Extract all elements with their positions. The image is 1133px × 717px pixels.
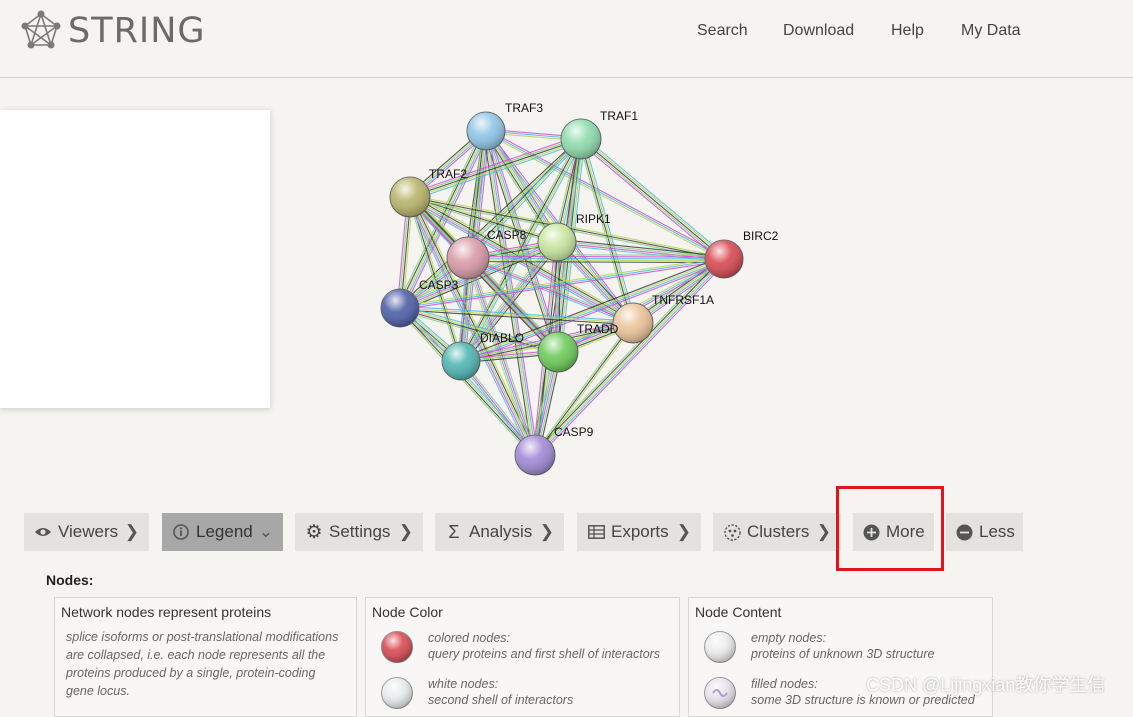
legend-white-node-row: white nodes: second shell of interactors (380, 676, 573, 710)
clusters-label: Clusters (747, 522, 810, 541)
network-nodes: TRAF3 TRAF1 TRAF2 RIPK1 CASP8 BIRC2 CASP3 TNFRS… (380, 101, 779, 476)
protein-network-graph[interactable]: TRAF3 TRAF1 TRAF2 RIPK1 CASP8 BIRC2 CASP3 TNFRS… (0, 0, 1133, 500)
nodes-section-title: Nodes: (46, 572, 94, 588)
less-button[interactable]: Less (946, 513, 1023, 551)
chevron-right-icon: ❯ (398, 522, 413, 541)
chevron-right-icon: ❯ (539, 522, 554, 541)
info-icon (172, 523, 190, 541)
node-label-ripk1: RIPK1 (576, 212, 611, 226)
edge-traf1-birc2[interactable] (581, 137, 726, 259)
legend-button[interactable]: Legend ⌄ (162, 513, 283, 551)
exports-label: Exports (611, 522, 669, 541)
colored-nodes-desc: query proteins and first shell of intera… (428, 647, 661, 661)
csdn-watermark: CSDN @Lijingxian教你学生信 (866, 675, 1106, 695)
edge-traf1-birc2[interactable] (582, 135, 727, 257)
colored-node-sample-icon (381, 631, 413, 663)
exports-button[interactable]: Exports ❯ (577, 513, 701, 551)
white-nodes-desc: second shell of interactors (428, 693, 574, 707)
sigma-icon: Σ (448, 521, 460, 542)
settings-label: Settings (329, 522, 391, 541)
node-label-traf1: TRAF1 (600, 109, 638, 123)
empty-node-sample-icon (704, 631, 736, 663)
clusters-button[interactable]: Clusters ❯ (713, 513, 841, 551)
legend-box-node-color-title: Node Color (372, 604, 443, 620)
edge-traf1-birc2[interactable] (580, 138, 725, 260)
legend-box-node-content: Node Content empty nodes: proteins of unk… (688, 597, 993, 717)
node-label-casp8: CASP8 (487, 228, 527, 242)
node-label-tnfrsf1a: TNFRSF1A (652, 293, 714, 307)
more-button[interactable]: More (853, 513, 934, 551)
chevron-right-icon: ❯ (124, 522, 139, 541)
less-label: Less (979, 522, 1015, 541)
legend-colored-node-row: colored nodes: query proteins and first s… (380, 630, 660, 664)
chevron-down-icon: ⌄ (258, 522, 273, 541)
filled-node-sample-icon (704, 677, 736, 709)
plus-circle-icon (863, 523, 880, 541)
eye-icon (34, 523, 52, 541)
empty-nodes-label: empty nodes: (751, 631, 827, 645)
legend-box-node-color: Node Color colored nodes: query proteins … (365, 597, 680, 717)
node-label-diablo: DIABLO (480, 331, 524, 345)
chevron-right-icon: ❯ (816, 522, 831, 541)
node-label-casp9: CASP9 (554, 425, 594, 439)
white-nodes-label: white nodes: (428, 677, 499, 691)
more-label: More (886, 522, 925, 541)
node-label-birc2: BIRC2 (743, 229, 779, 243)
legend-box-proteins-title: Network nodes represent proteins (61, 604, 272, 620)
chevron-right-icon: ❯ (676, 522, 691, 541)
white-node-sample-icon (381, 677, 413, 709)
viewers-button[interactable]: Viewers ❯ (24, 513, 149, 551)
node-label-traf3: TRAF3 (505, 101, 543, 115)
analysis-label: Analysis (469, 522, 533, 541)
node-tnfrsf1a[interactable]: TNFRSF1A (612, 293, 714, 344)
legend-box-proteins-text: splice isoforms or post-translational mo… (66, 630, 339, 698)
node-label-casp3: CASP3 (419, 278, 459, 292)
clusters-icon (723, 523, 741, 541)
gear-icon: ⚙ (305, 521, 323, 543)
legend-empty-node-row: empty nodes: proteins of unknown 3D struc… (703, 630, 934, 664)
viewers-label: Viewers (58, 522, 119, 541)
analysis-button[interactable]: Σ Analysis ❯ (435, 513, 564, 551)
node-birc2[interactable]: BIRC2 (704, 229, 779, 279)
node-traf1[interactable]: TRAF1 (560, 109, 638, 160)
colored-nodes-label: colored nodes: (428, 631, 511, 645)
legend-box-proteins: Network nodes represent proteins splice … (54, 597, 357, 717)
empty-nodes-desc: proteins of unknown 3D structure (751, 647, 935, 661)
settings-button[interactable]: ⚙ Settings ❯ (295, 513, 423, 551)
node-traf3[interactable]: TRAF3 (466, 101, 543, 151)
node-label-tradd: TRADD (577, 322, 619, 336)
legend-label: Legend (196, 522, 253, 541)
filled-nodes-label: filled nodes: (751, 677, 818, 691)
legend-box-node-content-title: Node Content (695, 604, 782, 620)
minus-circle-icon (956, 523, 973, 541)
table-icon (587, 523, 605, 541)
node-label-traf2: TRAF2 (429, 167, 467, 181)
